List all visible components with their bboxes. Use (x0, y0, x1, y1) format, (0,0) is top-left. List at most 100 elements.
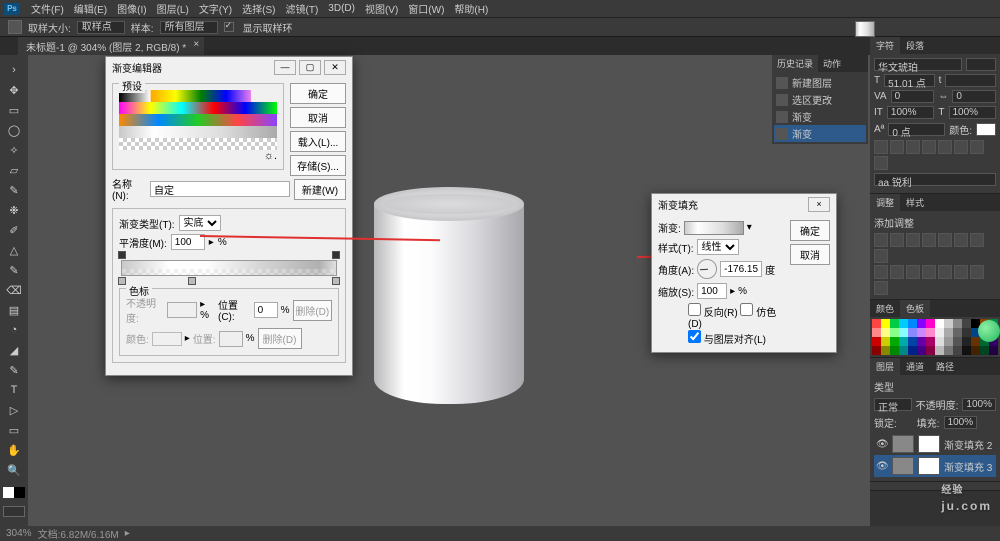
ok-button[interactable]: 确定 (290, 83, 346, 104)
tab-character[interactable]: 字符 (870, 37, 900, 54)
brush-tool[interactable]: ✐ (3, 221, 25, 239)
share-orb[interactable] (978, 320, 1000, 342)
history-item[interactable]: 选区更改 (774, 91, 866, 108)
move-tool[interactable]: ✥ (3, 81, 25, 99)
cancel-button[interactable]: 取消 (290, 107, 346, 128)
tab-swatches[interactable]: 色板 (900, 300, 930, 317)
show-ring-checkbox[interactable] (224, 22, 234, 32)
gradient-swatch[interactable] (684, 221, 744, 235)
font-family-select[interactable]: 华文琥珀 (874, 58, 962, 71)
blend-mode-select[interactable]: 正常 (874, 398, 912, 411)
tab-adjustments[interactable]: 调整 (870, 194, 900, 211)
text-color-swatch[interactable] (976, 123, 996, 136)
collapse-icon[interactable]: › (3, 61, 25, 79)
sample-layers-select[interactable]: 所有图层 (160, 21, 218, 34)
tab-history[interactable]: 历史记录 (772, 55, 818, 72)
tab-layers[interactable]: 图层 (870, 358, 900, 375)
zoom-tool[interactable]: 🔍 (3, 461, 25, 479)
color-swatches[interactable] (3, 487, 25, 498)
angle-input[interactable] (720, 261, 762, 277)
marquee-tool[interactable]: ▭ (3, 101, 25, 119)
blur-tool[interactable]: ◔ (3, 321, 25, 339)
visibility-icon[interactable]: 👁 (876, 439, 888, 450)
dialog-titlebar[interactable]: 渐变编辑器 — ▢ ✕ (106, 57, 352, 77)
close-icon[interactable]: ✕ (324, 60, 346, 75)
menu-view[interactable]: 视图(V) (365, 1, 398, 16)
shape-tool[interactable]: ▭ (3, 421, 25, 439)
history-item[interactable]: 渐变 (774, 125, 866, 142)
cancel-button[interactable]: 取消 (790, 244, 830, 265)
gradient-tool[interactable]: ▤ (3, 301, 25, 319)
tab-channels[interactable]: 通道 (900, 358, 930, 375)
wand-tool[interactable]: ✧ (3, 141, 25, 159)
menu-3d[interactable]: 3D(D) (328, 3, 355, 14)
tab-paths[interactable]: 路径 (930, 358, 960, 375)
tab-paragraph[interactable]: 段落 (900, 37, 930, 54)
history-item[interactable]: 新建图层 (774, 74, 866, 91)
minimize-icon[interactable]: — (274, 60, 296, 75)
reverse-checkbox[interactable] (688, 303, 701, 316)
angle-dial[interactable] (697, 259, 717, 279)
new-button[interactable]: 新建(W) (294, 179, 346, 200)
document-tab[interactable]: 未标题-1 @ 304% (图层 2, RGB/8) * × (18, 37, 204, 56)
menu-edit[interactable]: 编辑(E) (74, 1, 107, 16)
stop-position-input[interactable] (254, 302, 278, 318)
bold-icon[interactable] (874, 140, 888, 154)
layer-row[interactable]: 👁渐变填充 3 (874, 455, 996, 477)
gradient-name-input[interactable] (150, 181, 290, 197)
gradient-type-select[interactable]: 实底 (179, 215, 221, 231)
preset-gear-icon[interactable]: ☼. (119, 150, 277, 162)
pen-tool[interactable]: ✎ (3, 361, 25, 379)
type-tool[interactable]: T (3, 381, 25, 399)
menu-image[interactable]: 图像(I) (117, 1, 146, 16)
opacity-stop[interactable] (118, 251, 126, 259)
gradient-bar[interactable] (121, 260, 337, 276)
tab-styles[interactable]: 样式 (900, 194, 930, 211)
stamp-tool[interactable]: △ (3, 241, 25, 259)
layer-opacity-input[interactable]: 100% (962, 398, 996, 411)
save-button[interactable]: 存储(S)... (290, 155, 346, 176)
menu-help[interactable]: 帮助(H) (454, 1, 488, 16)
history-item[interactable]: 渐变 (774, 108, 866, 125)
preset-grid[interactable] (119, 90, 277, 150)
font-size-input[interactable]: 51.01 点 (884, 74, 935, 87)
visibility-icon[interactable]: 👁 (876, 461, 888, 472)
scale-input[interactable] (697, 283, 727, 299)
menu-file[interactable]: 文件(F) (31, 1, 64, 16)
zoom-level[interactable]: 304% (6, 528, 32, 539)
menu-filter[interactable]: 滤镜(T) (286, 1, 319, 16)
dialog-titlebar[interactable]: 渐变填充 × (652, 194, 836, 214)
color-stop[interactable] (118, 277, 126, 285)
italic-icon[interactable] (890, 140, 904, 154)
load-button[interactable]: 载入(L)... (290, 131, 346, 152)
close-icon[interactable]: × (193, 39, 199, 50)
tab-color[interactable]: 颜色 (870, 300, 900, 317)
eyedropper-tool[interactable]: ✎ (3, 181, 25, 199)
delete-stop-button[interactable]: 删除(D) (293, 300, 332, 321)
stop-color-swatch[interactable] (152, 332, 182, 346)
menu-window[interactable]: 窗口(W) (408, 1, 444, 16)
menu-type[interactable]: 文字(Y) (199, 1, 232, 16)
history-brush-tool[interactable]: ✎ (3, 261, 25, 279)
dither-checkbox[interactable] (740, 303, 753, 316)
maximize-icon[interactable]: ▢ (299, 60, 321, 75)
opacity-stop[interactable] (332, 251, 340, 259)
sample-size-select[interactable]: 取样点 (77, 21, 125, 34)
delete-stop2-button[interactable]: 删除(D) (258, 328, 302, 349)
color-stop[interactable] (188, 277, 196, 285)
path-tool[interactable]: ▷ (3, 401, 25, 419)
ok-button[interactable]: 确定 (790, 220, 830, 241)
tab-actions[interactable]: 动作 (818, 55, 846, 72)
color-stop[interactable] (332, 277, 340, 285)
menu-select[interactable]: 选择(S) (242, 1, 275, 16)
close-icon[interactable]: × (808, 197, 830, 212)
crop-tool[interactable]: ▱ (3, 161, 25, 179)
menu-layer[interactable]: 图层(L) (157, 1, 189, 16)
align-checkbox[interactable] (688, 330, 701, 343)
lasso-tool[interactable]: ◯ (3, 121, 25, 139)
style-select[interactable]: 线性 (697, 239, 739, 255)
heal-tool[interactable]: ❉ (3, 201, 25, 219)
layer-row[interactable]: 👁渐变填充 2 (874, 433, 996, 455)
quick-mask[interactable] (3, 506, 25, 517)
dodge-tool[interactable]: ◢ (3, 341, 25, 359)
